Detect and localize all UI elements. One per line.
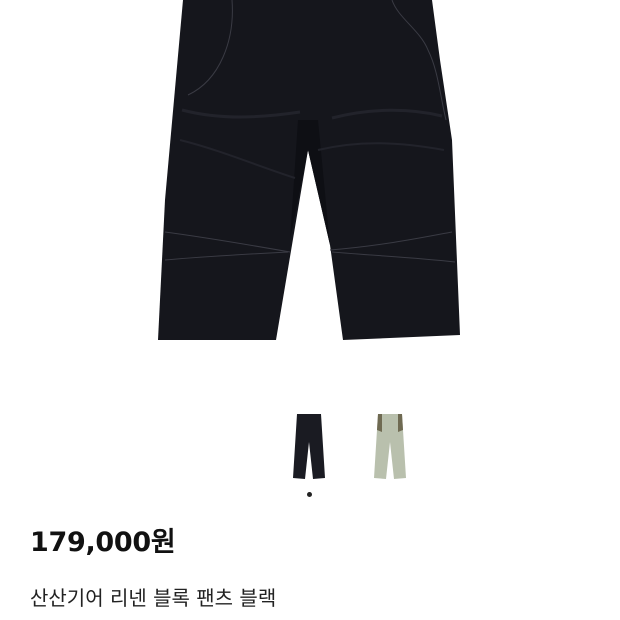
pagination-dot-active[interactable] — [307, 492, 312, 497]
product-title: 산산기어 리넨 블록 팬츠 블랙 — [30, 586, 277, 610]
thumbnail-black-pants[interactable] — [287, 408, 331, 484]
right-leg — [308, 0, 460, 340]
color-thumbnails — [0, 408, 620, 488]
khaki-pants-icon — [374, 414, 406, 479]
image-pagination — [0, 492, 620, 500]
pants-photo — [158, 0, 460, 340]
black-pants-icon — [293, 414, 325, 479]
left-leg — [158, 0, 308, 340]
product-price: 179,000원 — [30, 527, 176, 558]
product-main-image[interactable] — [0, 0, 620, 390]
thumbnail-khaki-pants[interactable] — [368, 408, 412, 484]
product-page: 179,000원 산산기어 리넨 블록 팬츠 블랙 — [0, 0, 620, 620]
